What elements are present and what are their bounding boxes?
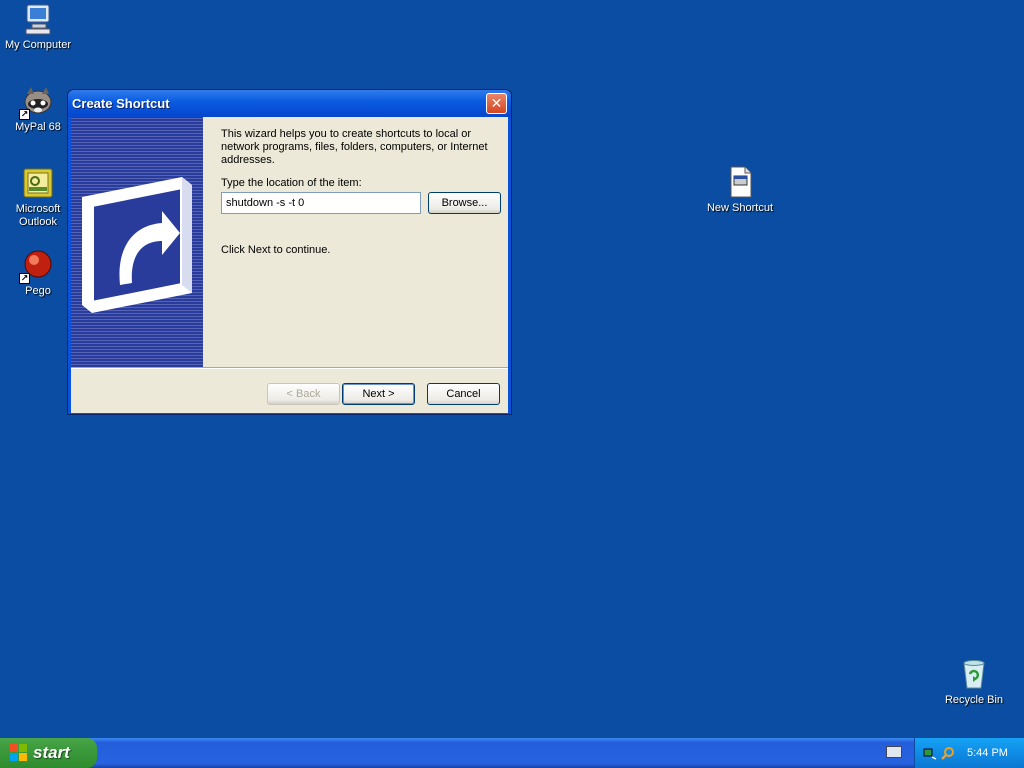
outlook-icon (21, 166, 55, 200)
windows-flag-icon (10, 744, 28, 762)
dialog-titlebar[interactable]: Create Shortcut ✕ (68, 90, 511, 117)
desktop-icon-label: My Computer (4, 39, 72, 51)
next-button[interactable]: Next > (342, 383, 415, 405)
desktop-icon-recycle-bin[interactable]: Recycle Bin (936, 657, 1012, 707)
system-tray: 5:44 PM (914, 738, 1024, 768)
network-icon[interactable] (923, 746, 937, 760)
dialog-title: Create Shortcut (72, 96, 170, 111)
desktop-icon-mypal[interactable]: ↗ MyPal 68 (0, 84, 76, 134)
close-icon: ✕ (490, 95, 503, 111)
browse-button[interactable]: Browse... (428, 192, 501, 214)
location-label: Type the location of the item: (221, 177, 362, 189)
recycle-bin-icon (957, 657, 991, 691)
desktop-icon-label: Pego (25, 285, 51, 297)
start-button[interactable]: start (0, 738, 97, 768)
dialog-client-area: This wizard helps you to create shortcut… (71, 117, 508, 413)
wizard-intro-text: This wizard helps you to create shortcut… (221, 128, 488, 166)
cancel-button[interactable]: Cancel (427, 383, 500, 405)
close-button[interactable]: ✕ (486, 93, 507, 114)
wizard-side-panel (71, 117, 203, 367)
shortcut-wizard-icon (82, 177, 192, 313)
desktop-icon-pego[interactable]: ↗ Pego (0, 248, 76, 298)
pego-icon: ↗ (19, 248, 55, 284)
location-row: Browse... (221, 192, 506, 214)
desktop-icon-outlook[interactable]: Microsoft Outlook (0, 166, 76, 229)
create-shortcut-dialog: Create Shortcut ✕ This wizard helps you … (67, 89, 512, 415)
wizard-content: This wizard helps you to create shortcut… (221, 128, 506, 256)
back-button[interactable]: < Back (267, 383, 340, 405)
desktop-icon-my-computer[interactable]: My Computer (0, 2, 76, 52)
desktop-icon-label: Microsoft Outlook (15, 203, 61, 228)
shortcut-arrow-icon: ↗ (19, 109, 30, 120)
document-icon (723, 165, 757, 199)
footer-separator (71, 367, 508, 369)
shortcut-arrow-icon: ↗ (19, 273, 30, 284)
start-label: start (33, 743, 70, 762)
desktop-icon-new-shortcut[interactable]: New Shortcut (702, 165, 778, 215)
mypal-raccoon-icon: ↗ (19, 84, 55, 120)
taskbar: start 5:44 PM (0, 738, 1024, 768)
continue-hint: Click Next to continue. (221, 244, 331, 256)
desktop-icon-label: New Shortcut (706, 202, 774, 214)
location-input[interactable] (221, 192, 421, 214)
desktop-icon-label: MyPal 68 (15, 121, 61, 133)
keyboard-icon[interactable] (886, 746, 902, 758)
magnifier-icon[interactable] (941, 746, 955, 760)
desktop-icon-label: Recycle Bin (944, 694, 1004, 706)
clock[interactable]: 5:44 PM (967, 747, 1008, 759)
computer-icon (21, 2, 55, 36)
